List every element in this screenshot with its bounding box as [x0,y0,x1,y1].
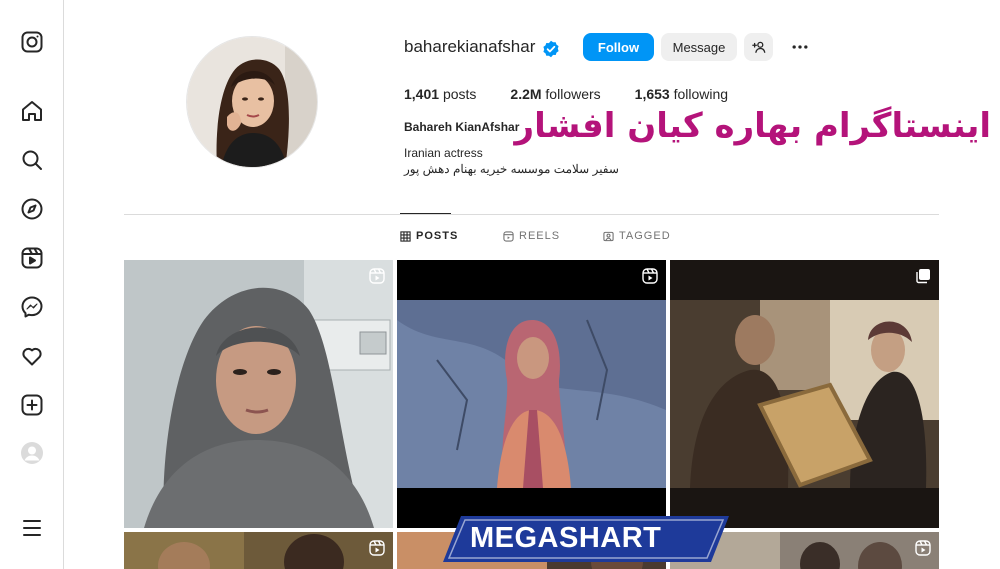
add-user-button[interactable] [744,33,773,61]
profile-full-name: Bahareh KianAfshar [404,120,520,134]
follow-button[interactable]: Follow [583,33,654,61]
following-label: following [673,86,729,102]
megashart-watermark-text: MEGASHART [470,522,662,554]
explore-icon[interactable] [19,196,45,222]
more-options-button[interactable] [786,33,814,61]
tab-posts[interactable]: POSTS [400,230,458,242]
reel-badge-icon [915,540,931,556]
messenger-icon[interactable] [19,294,45,320]
reel-badge-icon [642,268,658,284]
instagram-logo-icon[interactable] [19,29,45,55]
followers-stat[interactable]: 2.2M followers [510,86,600,102]
reel-badge-icon [369,540,385,556]
sidebar [0,0,64,569]
home-icon[interactable] [19,98,45,124]
tab-tagged[interactable]: TAGGED [603,230,671,242]
tab-reels[interactable]: REELS [503,230,560,242]
search-icon[interactable] [19,147,45,173]
profile-bio-line: سفیر سلامت موسسه خیریه بهنام دهش پور [404,162,619,176]
carousel-badge-icon [916,269,930,284]
verified-badge-icon [542,40,560,58]
menu-icon[interactable] [19,515,45,541]
notifications-heart-icon[interactable] [19,343,45,369]
post-thumbnail[interactable] [124,532,393,569]
post-thumbnail[interactable] [397,260,666,528]
grid-icon [400,230,411,242]
profile-avatar-icon[interactable] [19,440,45,466]
posts-stat: 1,401 posts [404,86,476,102]
following-stat[interactable]: 1,653 following [635,86,728,102]
more-dots-icon [792,45,808,49]
posts-count: 1,401 [404,86,440,102]
message-button[interactable]: Message [661,33,737,61]
reels-icon[interactable] [19,245,45,271]
post-thumbnail[interactable] [670,260,939,528]
followers-count: 2.2M [510,86,542,102]
tab-reels-label: REELS [519,230,561,242]
create-icon[interactable] [19,392,45,418]
overlay-title: اینستاگرام بهاره کیان افشار [514,106,992,146]
tagged-icon [603,231,614,241]
reels-small-icon [503,230,514,242]
post-thumbnail[interactable] [124,260,393,528]
active-tab-indicator [400,213,451,214]
tab-tagged-label: TAGGED [619,230,671,242]
profile-username: baharekianafshar [404,37,536,56]
profile-stats: 1,401 posts 2.2M followers 1,653 followi… [404,86,762,102]
profile-bio-line: Iranian actress [404,146,483,160]
profile-avatar[interactable] [186,36,318,168]
posts-label: posts [442,86,477,102]
tabs-divider [124,214,939,215]
tab-posts-label: POSTS [416,230,459,242]
following-count: 1,653 [634,86,670,102]
reel-badge-icon [369,268,385,284]
followers-label: followers [545,86,601,102]
add-user-icon [751,41,765,53]
